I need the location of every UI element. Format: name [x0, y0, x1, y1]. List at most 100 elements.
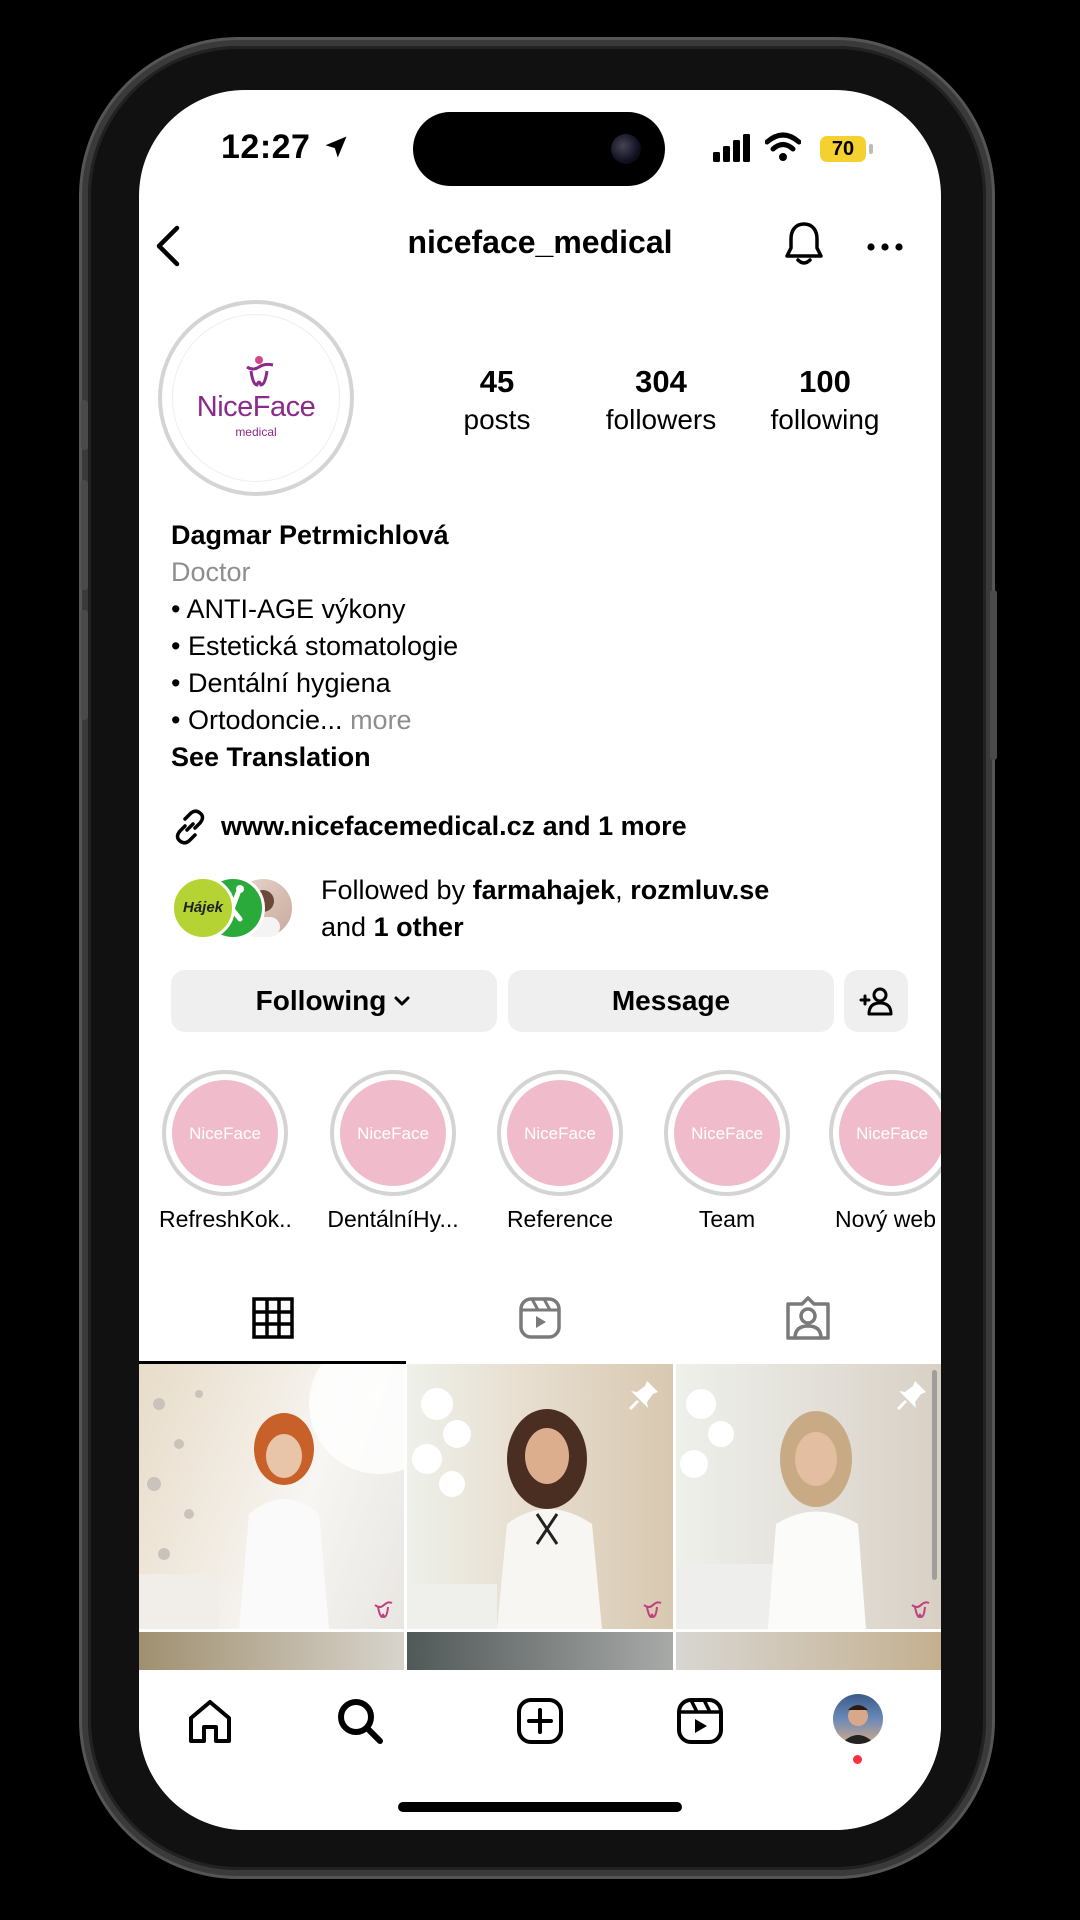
stat-followers[interactable]: 304 followers: [591, 364, 731, 436]
pinned-post-icon: [628, 1381, 658, 1411]
post-6[interactable]: [676, 1632, 941, 1672]
mutual-user-2[interactable]: rozmluv.se: [630, 875, 769, 905]
battery-level: 70: [831, 138, 855, 160]
battery-indicator: 70: [820, 136, 866, 162]
status-time: 12:27: [221, 128, 350, 167]
tagged-tab-icon[interactable]: [784, 1294, 832, 1342]
highlight-1[interactable]: NiceFace RefreshKok...: [159, 1070, 291, 1233]
highlight-cover: NiceFace: [340, 1080, 446, 1186]
highlight-ring: NiceFace: [829, 1070, 941, 1196]
followed-by-and: and: [321, 912, 374, 942]
more-options-icon[interactable]: [867, 242, 903, 252]
front-camera: [611, 134, 641, 164]
bio-line-4: • Ortodoncie... more: [171, 705, 412, 736]
add-person-icon: [859, 987, 893, 1016]
bio-line-3: • Dentální hygiena: [171, 668, 391, 698]
battery-cap: [869, 144, 873, 154]
avatar-logo-sub: medical: [235, 425, 277, 439]
avatar-logo: NiceFace medical: [172, 314, 340, 482]
stat-following-value: 100: [799, 364, 851, 399]
highlight-cover: NiceFace: [507, 1080, 613, 1186]
volume-down-button: [81, 610, 88, 720]
highlight-ring: NiceFace: [497, 1070, 623, 1196]
stat-followers-label: followers: [605, 404, 717, 435]
link-icon: [175, 809, 205, 845]
post-1[interactable]: [139, 1364, 404, 1629]
highlight-2[interactable]: NiceFace DentálníHy...: [327, 1070, 459, 1233]
stat-following[interactable]: 100 following: [755, 364, 895, 436]
see-translation-link[interactable]: See Translation: [171, 742, 371, 773]
highlight-3[interactable]: NiceFace Reference: [494, 1070, 626, 1233]
message-button[interactable]: Message: [508, 970, 834, 1032]
highlight-label: RefreshKok...: [159, 1206, 291, 1232]
reels-tab-icon[interactable]: [518, 1296, 562, 1340]
mutual-others[interactable]: 1 other: [374, 912, 464, 942]
followed-by-text[interactable]: Followed by farmahajek, rozmluv.se and 1…: [321, 872, 881, 946]
profile-name: Dagmar Petrmichlová: [171, 520, 449, 550]
avatar-logo-text: NiceFace: [196, 391, 316, 423]
message-button-label: Message: [611, 985, 731, 1016]
suggested-people-button[interactable]: [844, 970, 908, 1032]
chevron-down-icon: [394, 996, 410, 1006]
screen: 12:27 70 niceface_medical NiceFace medic…: [139, 90, 941, 1830]
post-2[interactable]: [407, 1364, 673, 1629]
stat-posts-value: 45: [479, 364, 515, 399]
scroll-indicator[interactable]: [932, 1370, 937, 1580]
following-button-label: Following: [255, 985, 387, 1016]
volume-up-button: [81, 480, 88, 590]
bio-line-1: • ANTI-AGE výkony: [171, 594, 406, 624]
profile-avatar[interactable]: NiceFace medical: [158, 300, 354, 496]
stat-followers-value: 304: [635, 364, 687, 399]
highlight-logo: NiceFace: [691, 1124, 763, 1143]
post-5[interactable]: [407, 1632, 673, 1672]
user-avatar-photo: [841, 1705, 875, 1744]
pinned-post-icon: [896, 1381, 926, 1411]
highlight-logo: NiceFace: [189, 1124, 261, 1143]
post-4[interactable]: [139, 1632, 404, 1672]
highlight-cover: NiceFace: [172, 1080, 278, 1186]
highlight-5[interactable]: NiceFace Nový web: [829, 1070, 941, 1233]
pinned-post-icon: [359, 1381, 389, 1411]
wifi-icon: [765, 132, 801, 161]
mutual-followers-avatars[interactable]: Hájek: [171, 876, 311, 940]
highlight-ring: NiceFace: [664, 1070, 790, 1196]
profile-category: Doctor: [171, 557, 251, 587]
brand-watermark-icon: [374, 1601, 393, 1619]
highlight-ring: NiceFace: [330, 1070, 456, 1196]
highlight-ring: NiceFace: [162, 1070, 288, 1196]
stat-following-label: following: [770, 404, 880, 435]
stat-posts[interactable]: 45 posts: [427, 364, 567, 436]
notification-dot: [853, 1755, 862, 1764]
followed-by-prefix: Followed by: [321, 875, 473, 905]
highlight-label: Nový web: [835, 1206, 936, 1232]
stat-posts-label: posts: [463, 404, 531, 435]
mutual-user-1[interactable]: farmahajek: [473, 875, 616, 905]
website-link[interactable]: www.nicefacemedical.cz and 1 more: [221, 811, 687, 842]
notification-bell-icon[interactable]: [783, 220, 825, 268]
highlight-cover: NiceFace: [674, 1080, 780, 1186]
brand-watermark-icon: [643, 1601, 662, 1619]
highlight-logo: NiceFace: [357, 1124, 429, 1143]
location-arrow-icon: [325, 136, 347, 158]
niceface-logo-mark-icon: [246, 356, 274, 387]
followed-by-sep: ,: [615, 875, 631, 905]
search-icon[interactable]: [335, 1696, 385, 1746]
posts-grid-tab-icon[interactable]: [251, 1296, 295, 1340]
mutual-avatar-1: Hájek: [171, 876, 235, 940]
farmahajek-logo-text: Hájek: [182, 899, 224, 916]
home-indicator[interactable]: [398, 1802, 682, 1812]
highlight-logo: NiceFace: [856, 1124, 928, 1143]
home-icon[interactable]: [185, 1696, 235, 1746]
highlight-logo: NiceFace: [524, 1124, 596, 1143]
reels-icon[interactable]: [675, 1696, 725, 1746]
bio-more-link[interactable]: more: [350, 705, 412, 735]
highlight-4[interactable]: NiceFace Team: [661, 1070, 793, 1233]
create-post-icon[interactable]: [515, 1696, 565, 1746]
highlight-label: Team: [698, 1206, 756, 1232]
bio-line-4-text: • Ortodoncie...: [171, 705, 343, 735]
highlight-label: Reference: [506, 1206, 614, 1232]
highlight-label: DentálníHy...: [327, 1206, 459, 1232]
post-3[interactable]: [676, 1364, 941, 1629]
profile-tab-avatar[interactable]: [833, 1694, 883, 1744]
following-button[interactable]: Following: [171, 970, 497, 1032]
